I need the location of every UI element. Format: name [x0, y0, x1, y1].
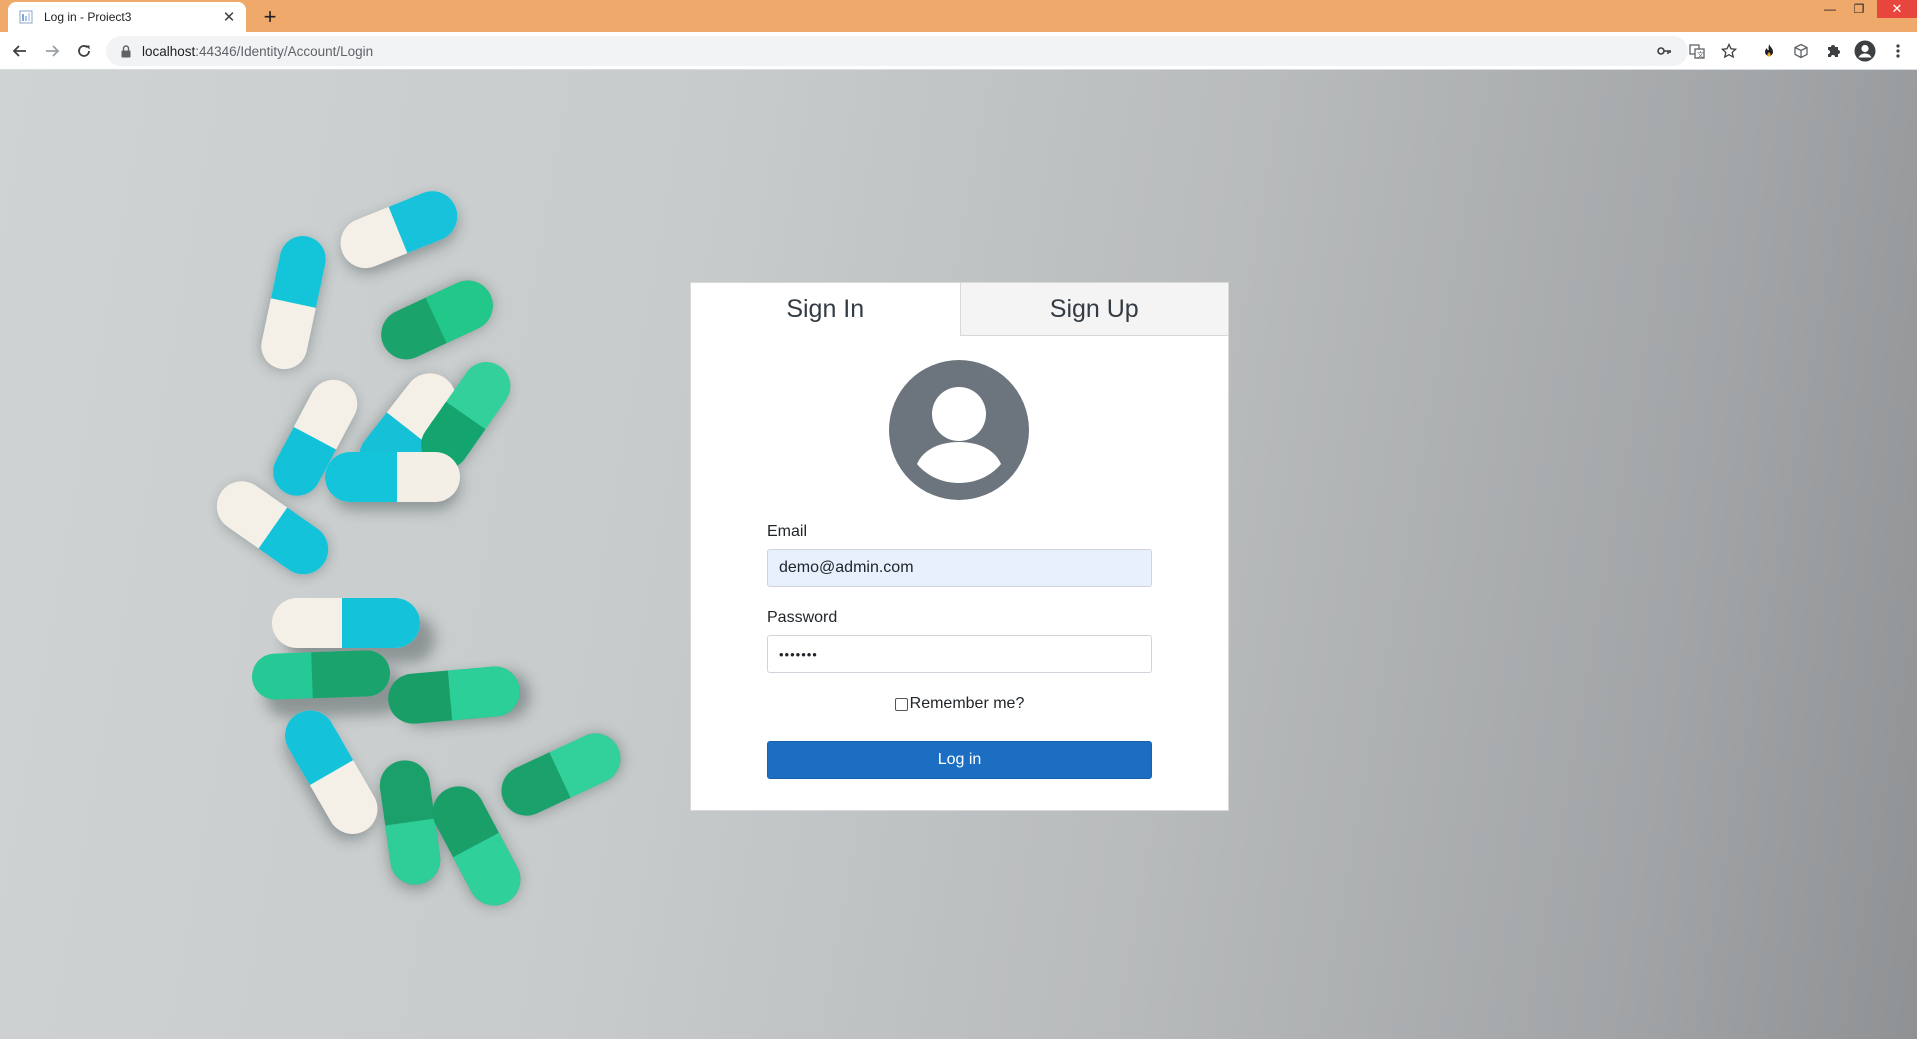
- tab-close-icon[interactable]: ✕: [220, 8, 238, 26]
- lock-icon[interactable]: [120, 44, 132, 58]
- tab-title: Log in - Proiect3: [44, 10, 132, 24]
- tab-sign-in[interactable]: Sign In: [691, 283, 960, 336]
- window-close-button[interactable]: ✕: [1877, 0, 1917, 18]
- kebab-menu-icon[interactable]: [1886, 39, 1910, 63]
- window-minimize-button[interactable]: —: [1817, 0, 1843, 18]
- user-avatar-icon: [889, 360, 1029, 500]
- profile-icon[interactable]: [1853, 39, 1877, 63]
- browser-toolbar: localhost:44346/Identity/Account/Login 文: [0, 32, 1917, 70]
- email-label: Email: [767, 523, 808, 540]
- remember-me-label[interactable]: Remember me?: [910, 695, 1025, 713]
- password-label: Password: [767, 609, 838, 626]
- forward-arrow-icon[interactable]: [40, 39, 64, 63]
- key-icon[interactable]: [1652, 39, 1676, 63]
- page-favicon-icon: [18, 9, 34, 25]
- translate-icon[interactable]: 文: [1685, 39, 1709, 63]
- new-tab-button[interactable]: +: [258, 4, 282, 29]
- reload-icon[interactable]: [72, 39, 96, 63]
- login-card: Sign In Sign Up Email demo@admin.com Pas…: [690, 282, 1229, 811]
- window-restore-button[interactable]: ❐: [1846, 0, 1872, 18]
- auth-tabs: Sign In Sign Up: [691, 283, 1228, 336]
- login-button[interactable]: Log in: [767, 741, 1152, 779]
- browser-titlebar: Log in - Proiect3 ✕ + — ❐ ✕: [0, 0, 1917, 32]
- remember-me-row: Remember me?: [691, 695, 1228, 713]
- svg-text:文: 文: [1697, 50, 1704, 59]
- star-icon[interactable]: [1717, 39, 1741, 63]
- login-page: Sign In Sign Up Email demo@admin.com Pas…: [0, 70, 1917, 1039]
- browser-tab[interactable]: Log in - Proiect3 ✕: [8, 2, 246, 32]
- url-text: localhost:44346/Identity/Account/Login: [142, 44, 373, 59]
- url-host: localhost: [142, 43, 196, 59]
- tab-sign-up[interactable]: Sign Up: [959, 283, 1228, 336]
- password-field[interactable]: •••••••: [767, 635, 1152, 673]
- url-path: :44346/Identity/Account/Login: [195, 43, 374, 59]
- cube-extension-icon[interactable]: [1789, 39, 1813, 63]
- remember-me-checkbox[interactable]: [894, 697, 908, 711]
- address-bar[interactable]: localhost:44346/Identity/Account/Login: [106, 36, 1688, 66]
- back-arrow-icon[interactable]: [8, 39, 32, 63]
- fire-extension-icon[interactable]: [1757, 39, 1781, 63]
- puzzle-icon[interactable]: [1821, 39, 1845, 63]
- email-field[interactable]: demo@admin.com: [767, 549, 1152, 587]
